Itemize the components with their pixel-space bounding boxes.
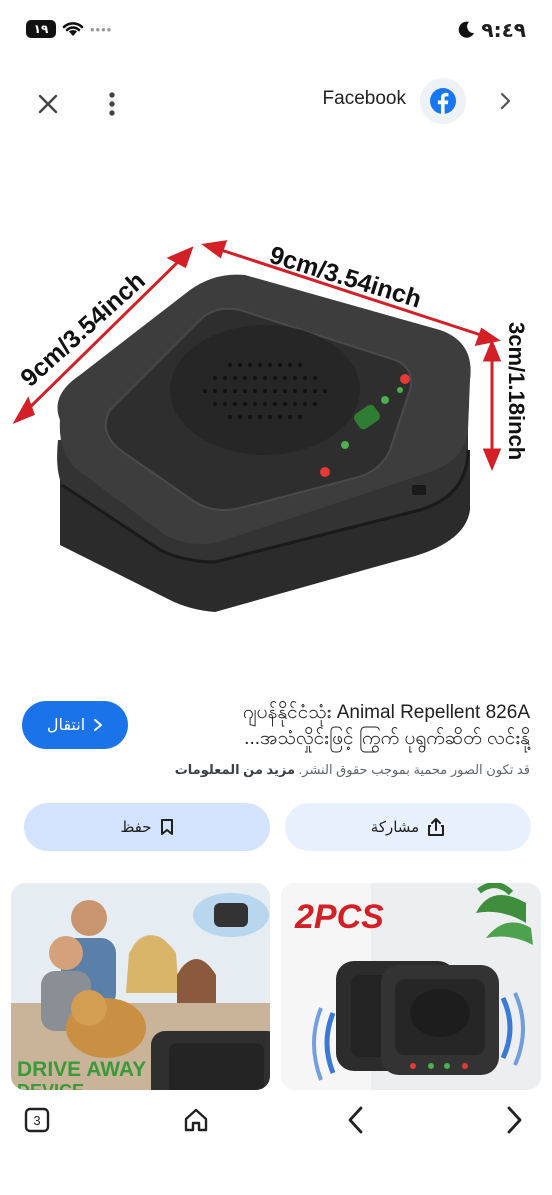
visit-label: انتقال	[46, 717, 86, 734]
moon-icon	[459, 21, 475, 38]
status-left: ١٩ ••••	[26, 20, 112, 38]
signal-dots-icon: ••••	[90, 21, 113, 37]
save-label: حفظ	[120, 819, 152, 836]
chevron-left-icon	[348, 1106, 363, 1134]
bookmark-icon	[160, 819, 173, 835]
product-image[interactable]: 9cm/3.54inch 9cm/3.54inch 3cm/1.18inch	[0, 150, 552, 670]
chevron-right-icon	[500, 92, 511, 110]
browser-bottom-nav: 3	[0, 1090, 552, 1150]
tabs-icon: 3	[24, 1107, 50, 1133]
copyright-text: قد تكون الصور محمية بموجب حقوق النشر.	[298, 762, 530, 777]
status-bar: ١٩ •••• ٩:٤٩	[0, 0, 552, 62]
back-button[interactable]	[326, 1090, 386, 1150]
visit-button[interactable]: انتقال	[22, 701, 128, 749]
clock: ٩:٤٩	[481, 18, 526, 42]
dimension-right-label: 3cm/1.18inch	[504, 322, 529, 460]
related-image-2pcs[interactable]: 2PCS	[281, 883, 541, 1090]
learn-more-link[interactable]: مزيد من المعلومات	[175, 762, 295, 777]
status-right: ٩:٤٩	[457, 18, 526, 42]
save-button[interactable]: حفظ	[24, 803, 270, 851]
thumb-left-caption-2: DEVICE	[17, 1081, 84, 1090]
more-options-button[interactable]	[90, 82, 134, 126]
tabs-count: 3	[33, 1113, 40, 1128]
tabs-button[interactable]: 3	[7, 1090, 67, 1150]
chevron-right-icon	[94, 719, 103, 731]
share-label: مشاركة	[370, 819, 420, 836]
close-icon	[38, 94, 58, 114]
home-icon	[184, 1108, 208, 1132]
forward-button[interactable]	[484, 1090, 544, 1150]
close-button[interactable]	[26, 82, 70, 126]
facebook-icon	[430, 88, 456, 114]
battery-indicator: ١٩	[26, 20, 56, 38]
home-button[interactable]	[166, 1090, 226, 1150]
share-icon	[428, 818, 445, 836]
result-title-line1: ဂျပန်နိုင်ငံသုံး Animal Repellent 826A	[242, 702, 530, 723]
source-favicon[interactable]	[420, 78, 466, 124]
repeller-device-illustration: 9cm/3.54inch 9cm/3.54inch 3cm/1.18inch	[12, 240, 529, 612]
wifi-icon	[62, 22, 84, 36]
share-button[interactable]: مشاركة	[285, 803, 531, 851]
thumb-right-caption: 2PCS	[294, 898, 384, 936]
source-name[interactable]: Facebook	[323, 88, 406, 110]
related-image-family-pets[interactable]: DRIVE AWAY DEVICE	[11, 883, 270, 1090]
family-pets-thumbnail: DRIVE AWAY DEVICE	[11, 883, 270, 1090]
result-title-line2: ...အသံလှိုင်းဖြင့် ကြွက် ပုရွက်ဆိတ် လင်း…	[244, 728, 530, 749]
two-pack-thumbnail: 2PCS	[281, 883, 541, 1090]
result-title[interactable]: ဂျပန်နိုင်ငံသုံး Animal Repellent 826A .…	[160, 700, 530, 752]
thumb-left-caption: DRIVE AWAY	[17, 1058, 146, 1081]
more-vert-icon	[109, 92, 115, 116]
viewer-top-bar: Facebook	[0, 70, 552, 128]
chevron-right-icon	[507, 1106, 522, 1134]
copyright-notice: قد تكون الصور محمية بموجب حقوق النشر. مز…	[30, 762, 530, 778]
open-source-button[interactable]	[488, 84, 522, 118]
